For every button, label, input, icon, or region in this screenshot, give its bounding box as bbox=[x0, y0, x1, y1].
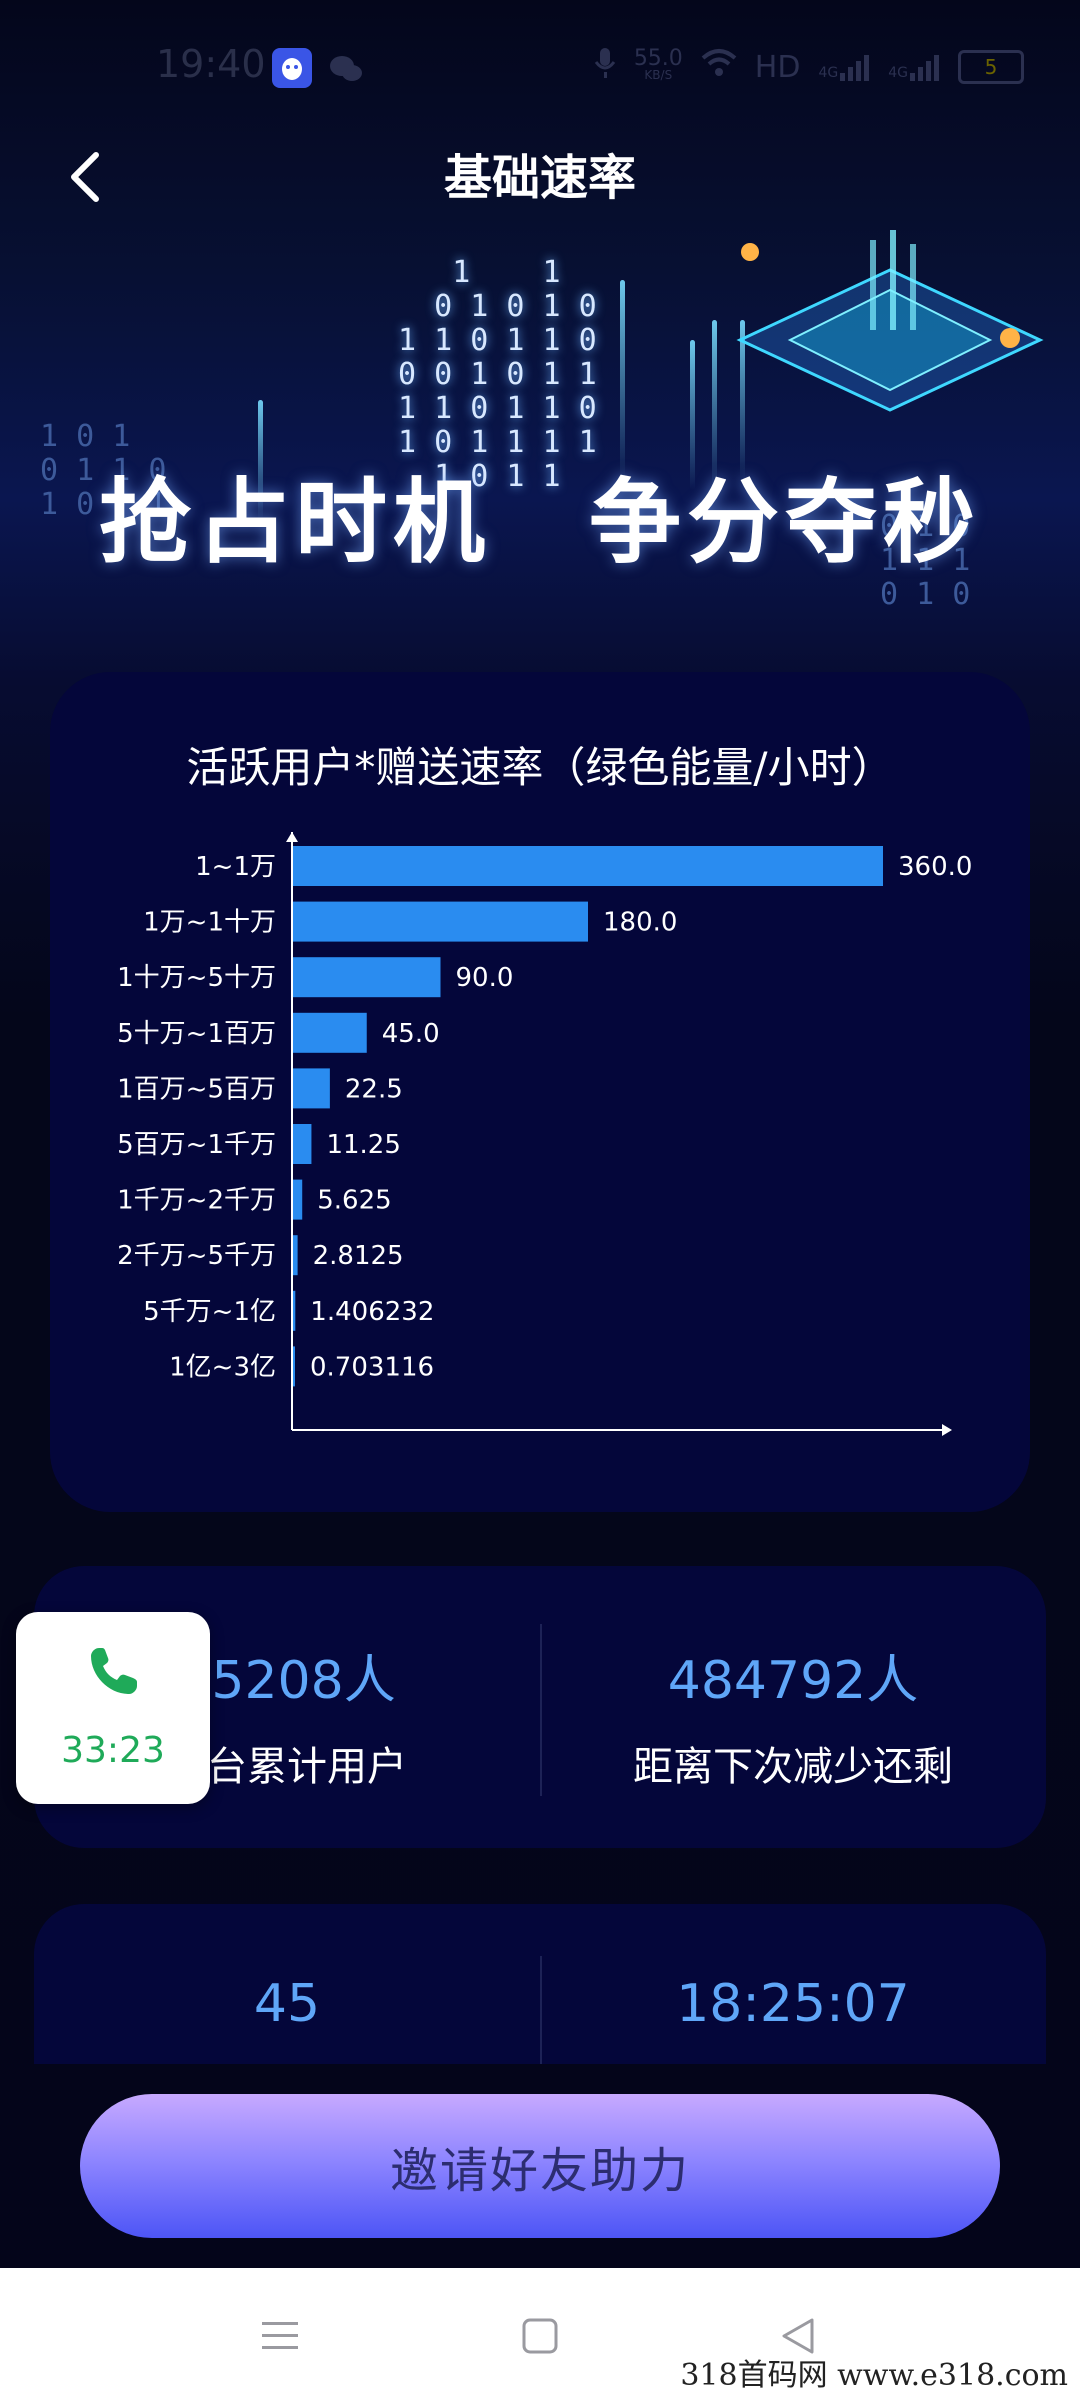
network-speed: 55.0 KB/S bbox=[633, 46, 683, 83]
bar-9 bbox=[293, 1290, 296, 1331]
chart-title: 活跃用户*赠送速率（绿色能量/小时） bbox=[186, 743, 894, 792]
countdown-value: 18:25:07 bbox=[676, 1974, 910, 2034]
call-duration: 33:23 bbox=[61, 1730, 165, 1771]
signal2-label: 4G bbox=[888, 65, 908, 81]
category-label-5: 1百万~5百万 bbox=[117, 1074, 276, 1104]
bar-10 bbox=[293, 1346, 295, 1387]
home-button[interactable] bbox=[512, 2308, 568, 2364]
battery-level: 5 bbox=[984, 55, 998, 79]
hero-slogan: 抢占时机 争分夺秒 bbox=[98, 469, 981, 576]
watermark: 318首码网 www.e318.com bbox=[680, 2358, 1068, 2393]
secondary-left-stat: 45 bbox=[34, 1904, 540, 2064]
signal1-label: 4G bbox=[818, 65, 839, 81]
remaining-label: 距离下次减少还剩 bbox=[633, 1744, 953, 1790]
bar-6 bbox=[293, 1124, 312, 1164]
category-label-9: 5千万~1亿 bbox=[143, 1297, 276, 1327]
signal-icon-1: 4G bbox=[818, 53, 870, 81]
invite-friends-button[interactable]: 邀请好友助力 bbox=[80, 2094, 1000, 2238]
bar-7 bbox=[293, 1179, 303, 1220]
hd-label: HD bbox=[754, 49, 801, 85]
value-label-4: 45.0 bbox=[382, 1019, 440, 1049]
status-bar: 19:40 55.0 KB/S HD 4G 4G 5 bbox=[0, 0, 1080, 132]
category-label-6: 5百万~1千万 bbox=[117, 1130, 276, 1160]
nav-bar: 基础速率 bbox=[0, 132, 1080, 232]
signal-icon-2: 4G bbox=[888, 53, 940, 81]
home-square-icon bbox=[522, 2318, 558, 2354]
system-nav-bar: 318首码网 www.e318.com bbox=[0, 2268, 1080, 2400]
value-label-10: 0.703116 bbox=[310, 1352, 434, 1382]
category-label-2: 1万~1十万 bbox=[143, 908, 276, 938]
bar-1 bbox=[293, 846, 883, 886]
battery-icon: 5 bbox=[958, 50, 1024, 84]
page-background: 19:40 55.0 KB/S HD 4G 4G 5 基础速率 1 1 0 1 … bbox=[0, 0, 1080, 2268]
countdown-stat: 18:25:07 bbox=[540, 1904, 1046, 2064]
page-title: 基础速率 bbox=[443, 150, 636, 206]
value-label-9: 1.406232 bbox=[310, 1297, 434, 1327]
bar-chart: 1~1万 360.0 1万~1十万 180.0 1十万~5十万 90.0 5十万~1百万 45… bbox=[117, 832, 972, 1436]
menu-button[interactable] bbox=[252, 2308, 308, 2364]
category-label-8: 2千万~5千万 bbox=[117, 1241, 276, 1271]
bar-2 bbox=[293, 901, 588, 942]
category-label-1: 1~1万 bbox=[195, 852, 276, 882]
category-label-10: 1亿~3亿 bbox=[169, 1352, 276, 1382]
wifi-icon bbox=[701, 48, 737, 86]
menu-icon bbox=[262, 2322, 298, 2349]
status-time: 19:40 bbox=[156, 42, 266, 86]
value-label-7: 5.625 bbox=[317, 1186, 391, 1216]
hero-banner: 1 1 0 1 0 1 0 1 1 0 1 1 0 0 0 1 0 1 1 1 … bbox=[0, 230, 1080, 650]
remaining-stat: 484792人 距离下次减少还剩 bbox=[540, 1566, 1046, 1848]
category-label-4: 5十万~1百万 bbox=[117, 1019, 276, 1049]
value-label-3: 90.0 bbox=[456, 963, 514, 993]
value-label-1: 360.0 bbox=[898, 852, 972, 882]
chip-illustration bbox=[736, 230, 1044, 412]
wechat-app-icon bbox=[326, 48, 366, 88]
bar-4 bbox=[293, 1012, 367, 1053]
value-label-8: 2.8125 bbox=[313, 1241, 404, 1271]
category-label-7: 1千万~2千万 bbox=[117, 1186, 276, 1216]
bar-5 bbox=[293, 1068, 330, 1109]
network-speed-unit: KB/S bbox=[644, 68, 673, 82]
stats-card-secondary: 45 18:25:07 bbox=[34, 1904, 1046, 2064]
value-label-5: 22.5 bbox=[345, 1074, 403, 1104]
phone-icon bbox=[91, 1648, 137, 1694]
mic-icon bbox=[594, 46, 616, 88]
status-indicators: 55.0 KB/S HD 4G 4G 5 bbox=[594, 46, 1024, 88]
qq-app-icon bbox=[272, 48, 312, 88]
secondary-left-value: 45 bbox=[253, 1974, 321, 2034]
y-axis-arrow bbox=[286, 832, 298, 842]
value-label-2: 180.0 bbox=[603, 908, 677, 938]
category-label-3: 1十万~5十万 bbox=[117, 963, 276, 993]
x-axis-arrow bbox=[942, 1424, 952, 1436]
floating-call-widget[interactable]: 33:23 bbox=[16, 1612, 210, 1804]
bar-3 bbox=[293, 957, 441, 998]
network-speed-value: 55.0 bbox=[633, 46, 683, 71]
value-label-6: 11.25 bbox=[326, 1130, 400, 1160]
remaining-value: 484792人 bbox=[667, 1651, 919, 1711]
bar-8 bbox=[293, 1235, 298, 1276]
chart-card: 活跃用户*赠送速率（绿色能量/小时） 1~1万 360.0 1万~1十万 180.0 1… bbox=[50, 672, 1030, 1512]
